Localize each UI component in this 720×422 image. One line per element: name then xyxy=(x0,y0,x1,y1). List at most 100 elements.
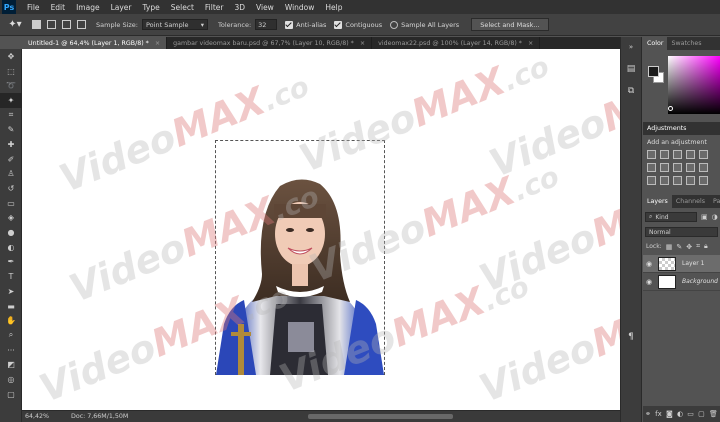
tab-paths[interactable]: Path xyxy=(709,195,720,208)
lock-brush-icon[interactable]: ✎ xyxy=(676,243,682,251)
dodge-tool-icon[interactable]: ◐ xyxy=(0,240,22,255)
select-and-mask-button[interactable]: Select and Mask... xyxy=(471,18,549,31)
tab-layers[interactable]: Layers xyxy=(643,195,672,208)
new-selection-icon[interactable] xyxy=(32,20,41,29)
tolerance-input[interactable]: 32 xyxy=(255,19,278,30)
selective-color-icon[interactable] xyxy=(699,176,708,185)
brightness-icon[interactable] xyxy=(647,150,656,159)
group-icon[interactable]: ▭ xyxy=(687,410,694,418)
healing-brush-tool-icon[interactable]: ✚ xyxy=(0,137,22,152)
link-icon[interactable]: ⚭ xyxy=(645,410,651,418)
layer-row[interactable]: ◉ Layer 1 xyxy=(643,255,720,273)
magic-wand-tool-icon[interactable]: ✦ xyxy=(0,93,22,108)
paragraph-panel-icon[interactable]: ¶ xyxy=(621,329,641,345)
document-canvas[interactable]: VideoMAX.co VideoMAX.co VideoMAX.co Vide… xyxy=(22,49,620,410)
quick-mask-icon[interactable]: ◎ xyxy=(0,372,22,387)
blur-tool-icon[interactable]: ● xyxy=(0,225,22,240)
tab-videomax22[interactable]: videomax22.psd @ 100% (Layer 14, RGB/8) … xyxy=(372,37,541,49)
eye-icon[interactable]: ◉ xyxy=(643,260,655,268)
lasso-tool-icon[interactable]: ➰ xyxy=(0,78,22,93)
subtract-selection-icon[interactable] xyxy=(62,20,71,29)
type-tool-icon[interactable]: T xyxy=(0,269,22,284)
add-to-selection-icon[interactable] xyxy=(47,20,56,29)
menu-file[interactable]: File xyxy=(27,3,40,12)
menu-image[interactable]: Image xyxy=(76,3,100,12)
foreground-color-swatch[interactable] xyxy=(648,66,659,77)
tab-swatches[interactable]: Swatches xyxy=(667,37,705,50)
black-white-icon[interactable] xyxy=(673,163,682,172)
menu-window[interactable]: Window xyxy=(285,3,315,12)
zoom-tool-icon[interactable]: ⌕ xyxy=(0,328,22,343)
photo-filter-icon[interactable] xyxy=(686,163,695,172)
adjustment-filter-icon[interactable]: ◑ xyxy=(712,213,718,221)
lock-transparent-icon[interactable]: ▦ xyxy=(666,243,673,251)
blend-mode-select[interactable]: Normal xyxy=(645,227,718,237)
posterize-icon[interactable] xyxy=(660,176,669,185)
layer-row[interactable]: ◉ Background xyxy=(643,273,720,291)
channel-mixer-icon[interactable] xyxy=(699,163,708,172)
color-spectrum[interactable] xyxy=(668,56,720,114)
mask-icon[interactable]: ◙ xyxy=(666,410,673,418)
adjustment-layer-icon[interactable]: ◐ xyxy=(677,410,683,418)
tab-channels[interactable]: Channels xyxy=(672,195,709,208)
eye-icon[interactable]: ◉ xyxy=(643,278,655,286)
screen-mode-icon[interactable]: ▢ xyxy=(0,387,22,402)
trash-icon[interactable]: 🗑︎ xyxy=(709,410,718,418)
zoom-level[interactable]: 64,42% xyxy=(25,412,51,422)
close-icon[interactable]: × xyxy=(155,40,160,47)
hand-tool-icon[interactable]: ✋ xyxy=(0,313,22,328)
tab-adjustments[interactable]: Adjustments xyxy=(647,125,686,132)
path-selection-tool-icon[interactable]: ➤ xyxy=(0,284,22,299)
marquee-tool-icon[interactable]: ⬚ xyxy=(0,64,22,79)
collapse-icon[interactable]: » xyxy=(621,39,641,55)
move-tool-icon[interactable]: ✥ xyxy=(0,49,22,64)
lock-artboard-icon[interactable]: ⌗ xyxy=(696,242,700,251)
tab-color[interactable]: Color xyxy=(643,37,668,50)
crop-tool-icon[interactable]: ⌗ xyxy=(0,108,22,123)
horizontal-scrollbar[interactable] xyxy=(308,414,453,419)
menu-filter[interactable]: Filter xyxy=(205,3,224,12)
menu-view[interactable]: View xyxy=(256,3,274,12)
intersect-selection-icon[interactable] xyxy=(77,20,86,29)
history-panel-icon[interactable]: ▤ xyxy=(621,61,641,77)
menu-type[interactable]: Type xyxy=(143,3,160,12)
history-brush-tool-icon[interactable]: ↺ xyxy=(0,181,22,196)
kind-filter-select[interactable]: ⌕ Kind xyxy=(645,212,697,222)
curves-icon[interactable] xyxy=(673,150,682,159)
fx-icon[interactable]: fx xyxy=(655,410,662,418)
new-layer-icon[interactable]: ▢ xyxy=(698,410,705,418)
lock-all-icon[interactable]: 🔒︎ xyxy=(704,242,708,251)
color-balance-icon[interactable] xyxy=(660,163,669,172)
menu-edit[interactable]: Edit xyxy=(51,3,66,12)
menu-layer[interactable]: Layer xyxy=(111,3,132,12)
anti-alias-checkbox[interactable] xyxy=(285,20,294,29)
shape-tool-icon[interactable]: ▬ xyxy=(0,299,22,314)
hue-saturation-icon[interactable] xyxy=(647,163,656,172)
tab-untitled-1[interactable]: Untitled-1 @ 64,4% (Layer 1, RGB/8) * × xyxy=(22,37,168,49)
pen-tool-icon[interactable]: ✒ xyxy=(0,255,22,270)
sample-all-layers-checkbox[interactable] xyxy=(390,20,399,29)
vibrance-icon[interactable] xyxy=(699,150,708,159)
menu-help[interactable]: Help xyxy=(325,3,342,12)
exposure-icon[interactable] xyxy=(686,150,695,159)
more-tools-icon[interactable]: ··· xyxy=(0,343,22,358)
lock-position-icon[interactable]: ✥ xyxy=(686,243,692,251)
paint-bucket-tool-icon[interactable]: ◈ xyxy=(0,211,22,226)
clone-stamp-tool-icon[interactable]: ♙ xyxy=(0,167,22,182)
image-filter-icon[interactable]: ▣ xyxy=(701,213,708,221)
sample-size-select[interactable]: Point Sample ▾ xyxy=(141,19,208,30)
eraser-tool-icon[interactable]: ▭ xyxy=(0,196,22,211)
menu-select[interactable]: Select xyxy=(171,3,194,12)
properties-panel-icon[interactable]: ⧉ xyxy=(621,83,641,99)
magic-wand-icon[interactable]: ✦▾ xyxy=(4,17,26,33)
menu-3d[interactable]: 3D xyxy=(234,3,245,12)
gradient-map-icon[interactable] xyxy=(686,176,695,185)
levels-icon[interactable] xyxy=(660,150,669,159)
close-icon[interactable]: × xyxy=(360,40,365,47)
close-icon[interactable]: × xyxy=(528,40,533,47)
contiguous-checkbox[interactable] xyxy=(334,20,343,29)
tab-gambar-videomax[interactable]: gambar videomax baru.psd @ 67,7% (Layer … xyxy=(167,37,373,49)
color-swatches-icon[interactable]: ◩ xyxy=(0,357,22,372)
eyedropper-tool-icon[interactable]: ✎ xyxy=(0,122,22,137)
invert-icon[interactable] xyxy=(647,176,656,185)
